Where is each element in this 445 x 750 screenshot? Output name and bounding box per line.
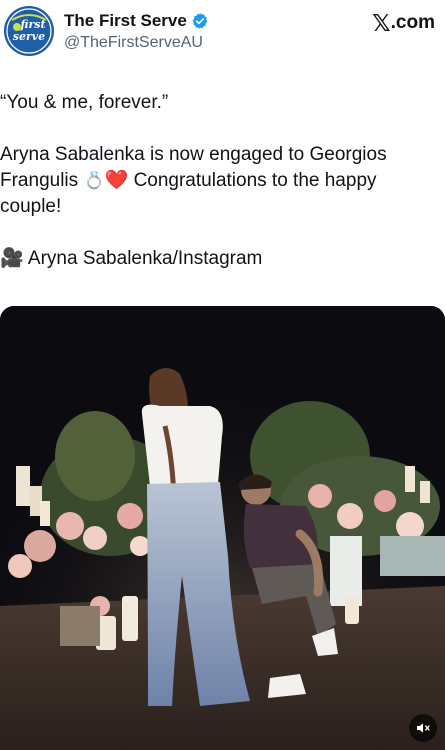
avatar[interactable]: first serve <box>4 6 54 56</box>
credit-text: Aryna Sabalenka/Instagram <box>27 248 263 269</box>
author-name[interactable]: The First Serve <box>64 11 187 31</box>
avatar-text-mid: serve <box>13 30 45 43</box>
tweet-text: “You & me, forever.” Aryna Sabalenka is … <box>0 90 440 272</box>
mute-button[interactable] <box>409 714 437 742</box>
tweet-quote: “You & me, forever.” <box>0 92 169 113</box>
video-frame <box>0 306 445 750</box>
ring-emoji-icon: 💍 <box>83 171 105 190</box>
x-icon: 𝕏 <box>372 10 391 36</box>
video-player[interactable] <box>0 306 445 750</box>
volume-muted-icon <box>417 723 430 733</box>
tweet-credit: 🎥 Aryna Sabalenka/Instagram <box>0 246 440 272</box>
tweet-header: first serve The First Serve @TheFirstSer… <box>0 0 445 70</box>
video-camera-emoji-icon: 🎥 <box>0 248 24 269</box>
x-logo[interactable]: 𝕏 .com <box>372 10 435 36</box>
heart-emoji-icon: ❤️ <box>104 170 129 191</box>
author-handle[interactable]: @TheFirstServeAU <box>64 34 203 52</box>
tweet-body: Aryna Sabalenka is now engaged to Georgi… <box>0 142 440 220</box>
author-name-row[interactable]: The First Serve <box>64 11 209 31</box>
x-domain-suffix: .com <box>390 12 435 33</box>
tennis-logo-icon: first serve <box>4 6 54 56</box>
verified-badge-icon <box>192 13 208 29</box>
